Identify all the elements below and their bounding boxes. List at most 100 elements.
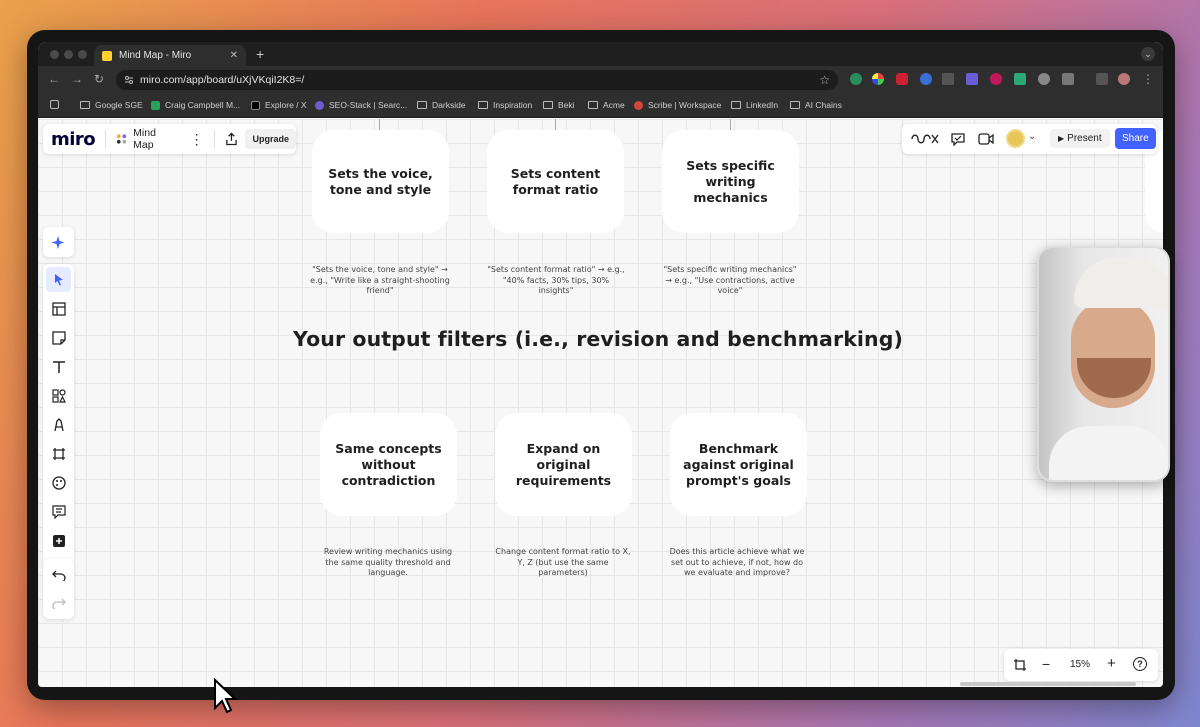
mindmap-card[interactable]: Sets specific writing mechanics <box>662 130 799 233</box>
share-button[interactable]: Share <box>1115 128 1156 149</box>
text-tool[interactable] <box>46 354 71 379</box>
plus-square-icon <box>52 534 65 547</box>
extension-icon[interactable] <box>872 73 884 85</box>
miro-logo[interactable]: miro <box>51 129 96 150</box>
palette-icon <box>51 475 66 490</box>
profile-avatar-icon[interactable] <box>1118 73 1130 85</box>
board-menu-icon[interactable]: ⋮ <box>190 131 204 148</box>
close-window-icon[interactable] <box>50 50 59 59</box>
extension-icon[interactable] <box>1014 73 1026 85</box>
bookmark-item[interactable]: Explore / X <box>251 100 307 110</box>
mindmap-card[interactable]: Same concepts without contradiction <box>320 413 457 516</box>
card-description: Review writing mechanics using the same … <box>323 547 453 577</box>
extension-icon[interactable] <box>896 73 908 85</box>
sticky-note-tool[interactable] <box>46 325 71 350</box>
bookmark-item[interactable]: LinkedIn <box>731 100 778 110</box>
bookmark-item[interactable]: SEO-Stack | Searc... <box>315 100 407 110</box>
bookmark-item[interactable]: Inspiration <box>478 100 532 110</box>
board-canvas[interactable]: Sets the voice, tone and style Sets cont… <box>38 119 1163 687</box>
forward-icon[interactable]: → <box>71 72 83 86</box>
select-tool[interactable] <box>46 267 71 292</box>
fit-to-screen-icon[interactable] <box>1013 658 1027 672</box>
bookmark-star-icon[interactable]: ☆ <box>819 73 830 87</box>
shapes-icon <box>51 388 66 403</box>
url-text: miro.com/app/board/uXjVKqiI2K8=/ <box>140 74 305 86</box>
card-description: "Sets content format ratio" → e.g., "40%… <box>487 265 625 295</box>
extension-icon[interactable] <box>850 73 862 85</box>
browser-window: Mind Map - Miro ✕ + ⌄ ← → ↻ miro.com/app… <box>38 42 1163 687</box>
user-avatar[interactable] <box>1006 129 1025 148</box>
bookmark-item[interactable]: Scribe | Workspace <box>634 100 721 110</box>
zoom-in-icon[interactable]: + <box>1107 655 1116 672</box>
zoom-level[interactable]: 15% <box>1070 659 1090 670</box>
stickers-tool[interactable] <box>46 470 71 495</box>
collaboration-toolbar: ⌄ ▶ Present Share <box>902 124 1157 154</box>
ai-assist-button[interactable] <box>43 227 74 257</box>
frame-tool[interactable] <box>46 441 71 466</box>
present-label: Present <box>1067 133 1102 144</box>
extension-icon[interactable] <box>966 73 978 85</box>
undo-button[interactable] <box>46 562 71 587</box>
site-settings-icon[interactable] <box>124 75 134 85</box>
presenter-shirt <box>1049 426 1168 480</box>
close-tab-icon[interactable]: ✕ <box>230 50 238 61</box>
mindmap-card[interactable]: Expand on original requirements <box>495 413 632 516</box>
present-button[interactable]: ▶ Present <box>1050 129 1110 148</box>
extension-icon[interactable] <box>920 73 932 85</box>
templates-tool[interactable] <box>46 296 71 321</box>
mind-map-icon <box>117 134 127 144</box>
card-description: "Sets the voice, tone and style" → e.g.,… <box>310 265 450 295</box>
address-bar[interactable]: miro.com/app/board/uXjVKqiI2K8=/ ☆ <box>116 70 838 90</box>
navigation-bar: ← → ↻ miro.com/app/board/uXjVKqiI2K8=/ ☆… <box>38 66 1163 94</box>
bookmark-item[interactable]: Craig Campbell M... <box>151 100 240 110</box>
tab-title: Mind Map - Miro <box>119 50 192 61</box>
mindmap-card[interactable]: Sets the voice, tone and style <box>312 130 449 233</box>
mindmap-card[interactable]: Sets content format ratio <box>487 130 624 233</box>
shapes-tool[interactable] <box>46 383 71 408</box>
mindmap-card[interactable]: Benchmark against original prompt's goal… <box>670 413 807 516</box>
bookmark-item[interactable]: Google SGE <box>80 100 143 110</box>
reload-icon[interactable]: ↻ <box>94 72 104 86</box>
reactions-icon[interactable] <box>910 132 940 146</box>
pen-tool[interactable] <box>46 412 71 437</box>
more-menu-icon[interactable]: ⋮ <box>1142 72 1154 86</box>
help-icon[interactable]: ? <box>1133 657 1147 671</box>
new-tab-button[interactable]: + <box>256 46 264 62</box>
extension-icon[interactable] <box>1038 73 1050 85</box>
video-call-icon[interactable] <box>978 133 994 145</box>
tab-search-icon[interactable]: ⌄ <box>1141 47 1155 61</box>
redo-button[interactable] <box>46 590 71 615</box>
zoom-controls: − 15% + ? <box>1004 649 1158 681</box>
bookmark-item[interactable]: Acme <box>588 100 625 110</box>
bookmark-item[interactable]: Darkside <box>417 100 466 110</box>
text-icon <box>52 360 65 373</box>
mouse-pointer-icon <box>214 678 237 714</box>
comment-tool[interactable] <box>46 499 71 524</box>
board-name[interactable]: Mind Map <box>133 127 176 151</box>
upgrade-button[interactable]: Upgrade <box>245 129 296 149</box>
bookmarks-bar: Google SGE Craig Campbell M... Explore /… <box>38 94 1163 118</box>
minimize-window-icon[interactable] <box>64 50 73 59</box>
reading-list-icon[interactable] <box>1096 73 1108 85</box>
bookmark-item[interactable]: Beki <box>543 100 575 110</box>
board-header: miro Mind Map ⋮ Upgrade <box>43 124 296 154</box>
miro-favicon-icon <box>102 50 112 61</box>
tab-bar: Mind Map - Miro ✕ + ⌄ <box>38 42 1163 66</box>
apps-grid-icon[interactable] <box>50 100 64 109</box>
back-icon[interactable]: ← <box>48 72 60 86</box>
more-apps-tool[interactable] <box>46 528 71 553</box>
zoom-window-icon[interactable] <box>78 50 87 59</box>
horizontal-scrollbar[interactable] <box>960 682 1136 686</box>
play-icon: ▶ <box>1058 134 1065 143</box>
section-heading[interactable]: Your output filters (i.e., revision and … <box>293 327 903 351</box>
bookmark-item[interactable]: AI Chains <box>790 100 842 110</box>
zoom-out-icon[interactable]: − <box>1042 656 1050 672</box>
extension-icon[interactable] <box>942 73 954 85</box>
puzzle-extensions-icon[interactable] <box>1062 73 1074 85</box>
tab-mind-map[interactable]: Mind Map - Miro ✕ <box>94 45 246 66</box>
export-icon[interactable] <box>225 132 238 146</box>
card-description: "Sets specific writing mechanics" → e.g.… <box>663 265 797 295</box>
chevron-down-icon[interactable]: ⌄ <box>1028 131 1036 142</box>
comment-icon[interactable] <box>951 133 965 146</box>
extension-icon[interactable] <box>990 73 1002 85</box>
